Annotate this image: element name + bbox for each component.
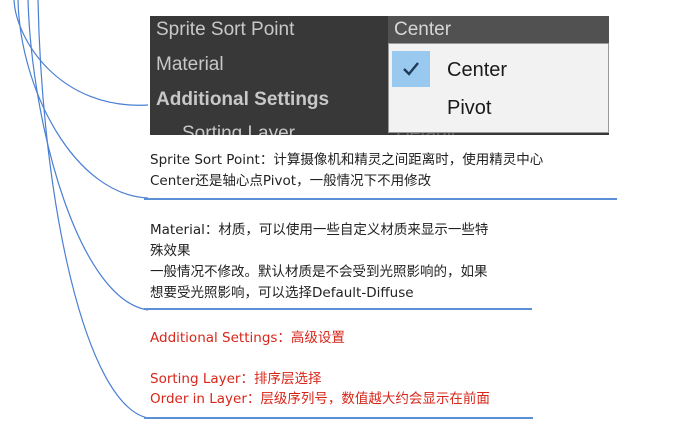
note-line: Sprite Sort Point：计算摄像机和精灵之间距离时，使用精灵中心 [150,152,544,168]
connector-curve-4 [13,0,149,106]
connector-curve-3 [37,0,149,419]
note-line: Center还是轴心点Pivot，一般情况下不用修改 [150,173,432,189]
additional-settings-label: Additional Settings [156,89,330,110]
note-additional-settings: Additional Settings：高级设置 [150,330,345,346]
note-line: 殊效果 [150,243,191,259]
menu-item-pivot[interactable]: Pivot [389,89,608,125]
inspector-screenshot: Sprite Sort Point Material Additional Se… [150,16,609,135]
underline-divider [144,198,617,200]
note-line: 一般情况不修改。默认材质是不会受到光照影响的，如果 [150,264,488,280]
sprite-sort-point-label: Sprite Sort Point [156,19,295,40]
menu-item-label: Pivot [447,97,492,119]
note-line: 想要受光照影响，可以选择Default-Diffuse [150,285,414,301]
checkmark-icon [403,62,419,76]
sprite-sort-point-dropdown[interactable]: Center [388,16,609,43]
connector-curve-2 [27,0,149,311]
check-highlight [392,51,430,87]
sort-point-popup-menu: Center Pivot [388,43,609,133]
note-line: Material：材质，可以使用一些自定义材质来显示一些特 [150,222,489,238]
sorting-layer-label: Sorting Layer [182,123,296,135]
note-material: Material：材质，可以使用一些自定义材质来显示一些特 殊效果 一般情况不修… [150,220,488,304]
underline-divider [144,417,533,419]
connector-curve-1 [17,0,149,199]
note-sorting-layer: Sorting Layer：排序层选择 [150,371,322,387]
material-label: Material [156,54,224,75]
underline-divider [144,308,532,310]
note-order-in-layer: Order in Layer：层级序列号，数值越大约会显示在前面 [150,391,490,407]
menu-item-label: Center [447,59,508,81]
note-sprite-sort-point: Sprite Sort Point：计算摄像机和精灵之间距离时，使用精灵中心 C… [150,150,543,192]
menu-item-center[interactable]: Center [389,51,608,87]
